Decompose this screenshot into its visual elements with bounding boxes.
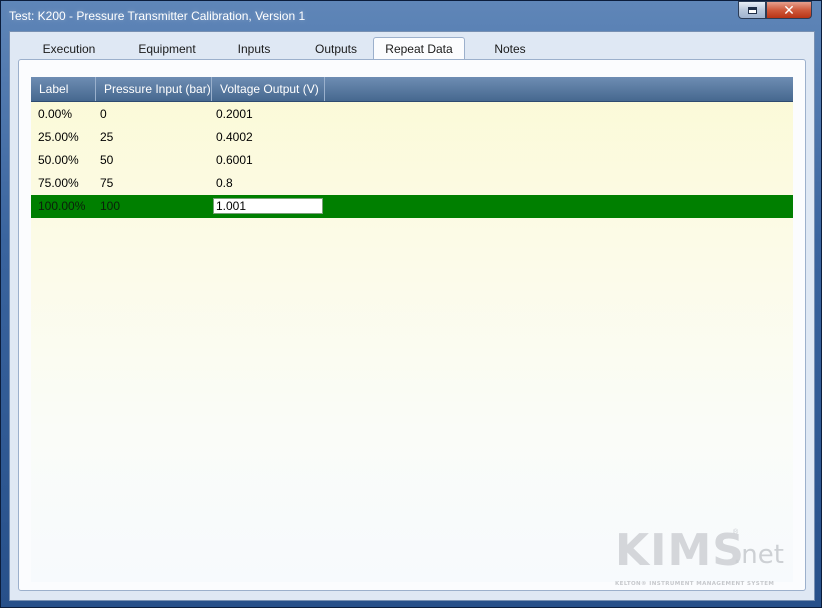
tab-strip: Execution Equipment Inputs Outputs Repea… bbox=[20, 37, 800, 60]
voltage-output-edit-field[interactable] bbox=[213, 198, 323, 214]
table-row[interactable]: 50.00% 50 0.6001 bbox=[31, 149, 793, 172]
restore-button[interactable] bbox=[738, 1, 766, 19]
window-content: Execution Equipment Inputs Outputs Repea… bbox=[9, 31, 815, 601]
repeat-data-panel: Label Pressure Input (bar) Voltage Outpu… bbox=[18, 59, 806, 591]
close-button[interactable]: ✕ bbox=[766, 1, 812, 19]
repeat-data-grid: Label Pressure Input (bar) Voltage Outpu… bbox=[31, 77, 793, 587]
restore-icon bbox=[747, 6, 757, 14]
cell-pressure-input[interactable]: 75 bbox=[100, 172, 113, 195]
column-header-label[interactable]: Label bbox=[31, 77, 96, 101]
window-title: Test: K200 - Pressure Transmitter Calibr… bbox=[9, 9, 306, 23]
kims-logo: KIMS ® .net KELTON® INSTRUMENT MANAGEMEN… bbox=[615, 529, 785, 599]
tab-notes[interactable]: Notes bbox=[470, 39, 550, 59]
logo-suffix: .net bbox=[733, 540, 784, 570]
cell-voltage-output[interactable]: 0.2001 bbox=[216, 103, 253, 126]
logo-registered-mark: ® bbox=[733, 529, 739, 536]
cell-voltage-output[interactable]: 0.6001 bbox=[216, 149, 253, 172]
cell-label[interactable]: 0.00% bbox=[38, 103, 72, 126]
tab-repeat-data[interactable]: Repeat Data bbox=[373, 37, 465, 60]
cell-voltage-output[interactable]: 0.4002 bbox=[216, 126, 253, 149]
table-row[interactable]: 0.00% 0 0.2001 bbox=[31, 103, 793, 126]
cell-pressure-input[interactable]: 100 bbox=[100, 195, 120, 218]
application-window: Test: K200 - Pressure Transmitter Calibr… bbox=[0, 0, 822, 608]
logo-wordmark: KIMS bbox=[615, 525, 745, 576]
close-icon: ✕ bbox=[783, 2, 795, 18]
cell-label[interactable]: 25.00% bbox=[38, 126, 79, 149]
cell-voltage-output[interactable]: 0.8 bbox=[216, 172, 233, 195]
tab-outputs[interactable]: Outputs bbox=[292, 39, 380, 59]
table-row[interactable]: 75.00% 75 0.8 bbox=[31, 172, 793, 195]
cell-pressure-input[interactable]: 0 bbox=[100, 103, 107, 126]
tab-equipment[interactable]: Equipment bbox=[118, 39, 216, 59]
cell-pressure-input[interactable]: 25 bbox=[100, 126, 113, 149]
cell-label[interactable]: 100.00% bbox=[38, 195, 85, 218]
cell-label[interactable]: 50.00% bbox=[38, 149, 79, 172]
tab-inputs[interactable]: Inputs bbox=[216, 39, 292, 59]
tab-execution[interactable]: Execution bbox=[20, 39, 118, 59]
grid-header: Label Pressure Input (bar) Voltage Outpu… bbox=[31, 77, 793, 102]
table-row-selected[interactable]: 100.00% 100 bbox=[31, 195, 793, 218]
column-header-pressure-input[interactable]: Pressure Input (bar) bbox=[96, 77, 212, 101]
cell-pressure-input[interactable]: 50 bbox=[100, 149, 113, 172]
title-bar[interactable]: Test: K200 - Pressure Transmitter Calibr… bbox=[1, 1, 821, 31]
logo-tagline: KELTON® INSTRUMENT MANAGEMENT SYSTEM bbox=[615, 581, 775, 587]
table-row[interactable]: 25.00% 25 0.4002 bbox=[31, 126, 793, 149]
cell-label[interactable]: 75.00% bbox=[38, 172, 79, 195]
column-header-voltage-output[interactable]: Voltage Output (V) bbox=[212, 77, 325, 101]
